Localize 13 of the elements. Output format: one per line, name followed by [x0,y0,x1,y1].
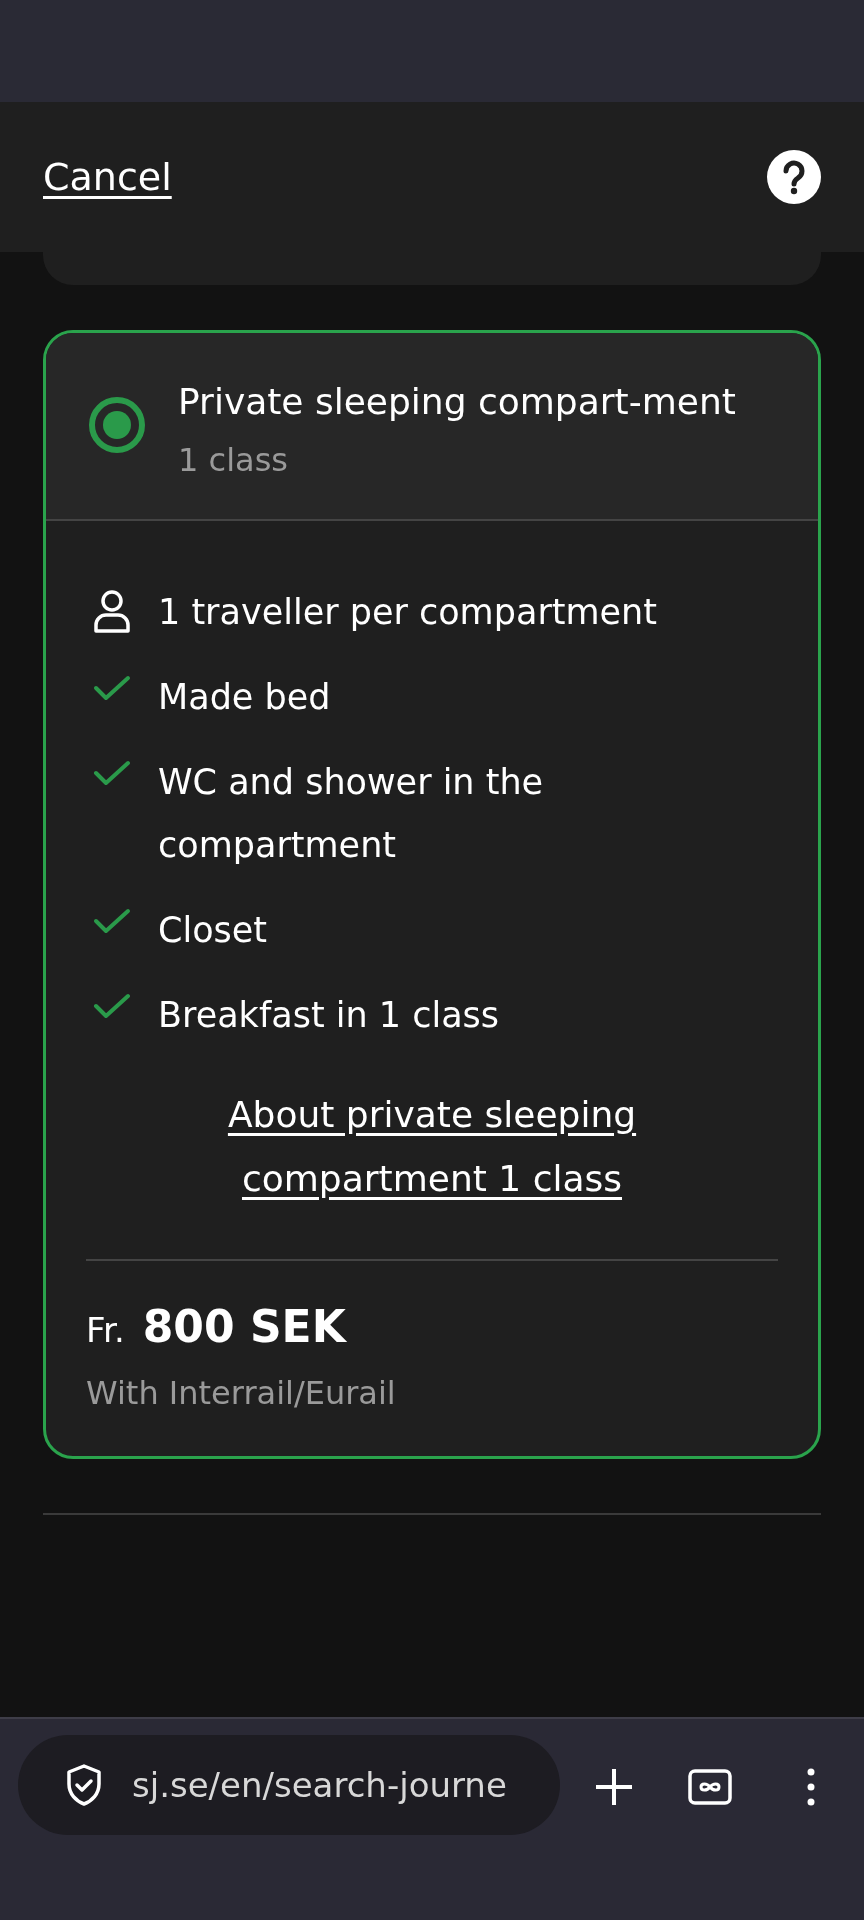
price: 800 SEK [142,1301,346,1352]
cancel-link[interactable]: Cancel [43,155,172,199]
option-class: 1 class [178,441,289,479]
price-prefix: Fr. [86,1310,125,1350]
option-title: Private sleeping compart-ment [178,380,736,424]
feature-text: Made bed [158,676,331,719]
about-link[interactable]: About private sleeping compartment 1 class [182,1083,682,1211]
feature-text: Closet [158,909,268,952]
feature-text: Breakfast in 1 class [158,994,500,1037]
price-note: With Interrail/Eurail [85,1373,397,1414]
feature-text: WC and shower in the compartment [158,761,545,867]
feature-text: 1 traveller per compartment [158,591,658,634]
address-bar[interactable]: sj.se/en/search-journe [18,1735,560,1835]
